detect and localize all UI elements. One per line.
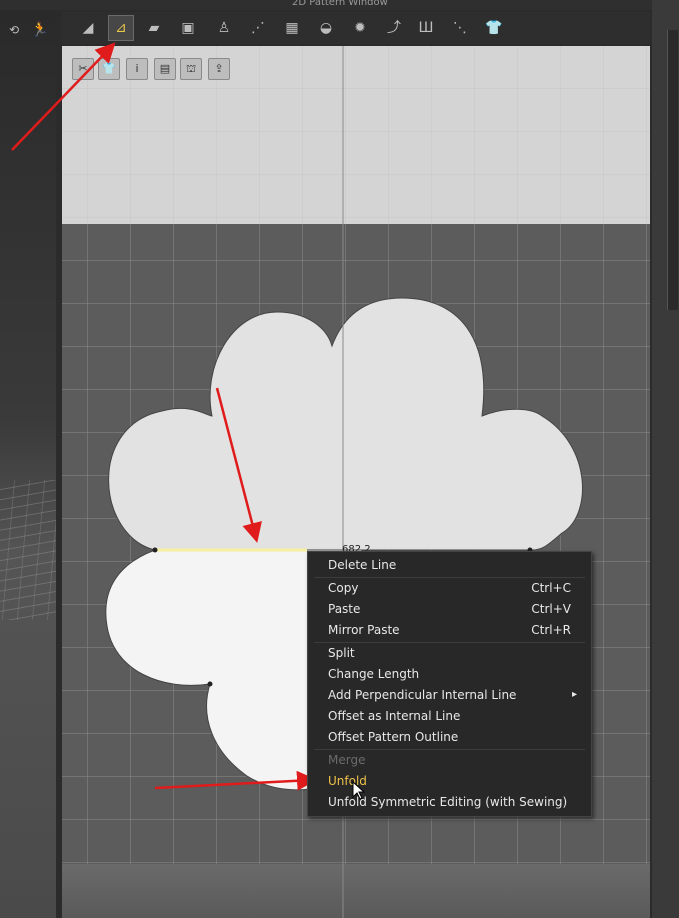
menu-item-unfold-symmetric-editing[interactable]: Unfold Symmetric Editing (with Sewing) <box>328 793 583 811</box>
measure-icon[interactable]: ⋱ <box>448 16 472 40</box>
submenu-arrow-icon: ▸ <box>571 689 577 700</box>
export-icon[interactable]: ⇪ <box>208 58 230 80</box>
menu-item-paste[interactable]: Paste Ctrl+V <box>328 600 583 618</box>
grid-light <box>62 46 650 224</box>
polygon-icon[interactable]: ▰ <box>142 16 166 40</box>
3d-floor-grid <box>0 480 56 620</box>
avatar-shirt-icon[interactable]: 👕 <box>482 16 506 40</box>
steam-icon[interactable]: Ш <box>414 16 438 40</box>
tape-measure-icon[interactable]: ⟲ <box>2 18 26 42</box>
fold-arrangement-icon[interactable]: ⤴ <box>382 16 406 40</box>
pins-icon[interactable]: ✹ <box>348 16 372 40</box>
transform-pattern-icon[interactable]: ◢ <box>76 16 100 40</box>
free-sewing-icon[interactable]: ◒ <box>314 16 338 40</box>
menu-item-unfold[interactable]: Unfold <box>328 772 583 790</box>
menu-item-split[interactable]: Split <box>328 644 583 662</box>
right-side-panel <box>652 0 679 918</box>
edit-pattern-icon[interactable]: ⊿ <box>108 15 134 41</box>
menu-item-offset-as-internal-line[interactable]: Offset as Internal Line <box>328 707 583 725</box>
avatar-pose-icon[interactable]: 🏃 <box>28 18 52 42</box>
pattern-toolbar: ◢ ⊿ ▰ ▣ ♙ ⋰ ▦ ◒ ✹ ⤴ Ш ⋱ 👕 <box>62 12 650 44</box>
3d-toolbar: ⟲ 🏃 <box>0 14 56 42</box>
segment-sewing-icon[interactable]: ▦ <box>280 16 304 40</box>
menu-item-offset-pattern-outline[interactable]: Offset Pattern Outline <box>328 728 583 746</box>
menu-item-delete-line[interactable]: Delete Line <box>328 556 583 574</box>
title-bar: 2D Pattern Window <box>0 0 679 10</box>
scissors-icon[interactable]: ✂ <box>72 58 94 80</box>
internal-polygon-icon[interactable]: ♙ <box>212 16 236 40</box>
trace-icon[interactable]: ⋰ <box>246 16 270 40</box>
menu-separator <box>314 642 585 643</box>
menu-separator <box>314 749 585 750</box>
layers-icon[interactable]: ▤ <box>154 58 176 80</box>
menu-item-copy[interactable]: Copy Ctrl+C <box>328 579 583 597</box>
info-icon[interactable]: i <box>126 58 148 80</box>
menu-separator <box>314 577 585 578</box>
point-notch[interactable] <box>207 681 213 687</box>
menu-item-mirror-paste[interactable]: Mirror Paste Ctrl+R <box>328 621 583 639</box>
window-title: 2D Pattern Window <box>292 0 388 8</box>
scrollbar[interactable] <box>667 30 678 310</box>
garment-icon[interactable]: ⛫ <box>180 58 202 80</box>
context-menu: Delete Line Copy Ctrl+C Paste Ctrl+V Mirro… <box>307 551 592 817</box>
mouse-cursor-icon <box>352 781 366 800</box>
menu-item-change-length[interactable]: Change Length <box>328 665 583 683</box>
rectangle-icon[interactable]: ▣ <box>176 16 200 40</box>
3d-garment-panel[interactable] <box>0 10 56 918</box>
point-left[interactable] <box>152 547 158 553</box>
shirt-icon[interactable]: 👕 <box>98 58 120 80</box>
menu-item-merge: Merge <box>328 753 366 767</box>
menu-item-add-perpendicular-internal-line[interactable]: Add Perpendicular Internal Line ▸ <box>328 686 583 704</box>
